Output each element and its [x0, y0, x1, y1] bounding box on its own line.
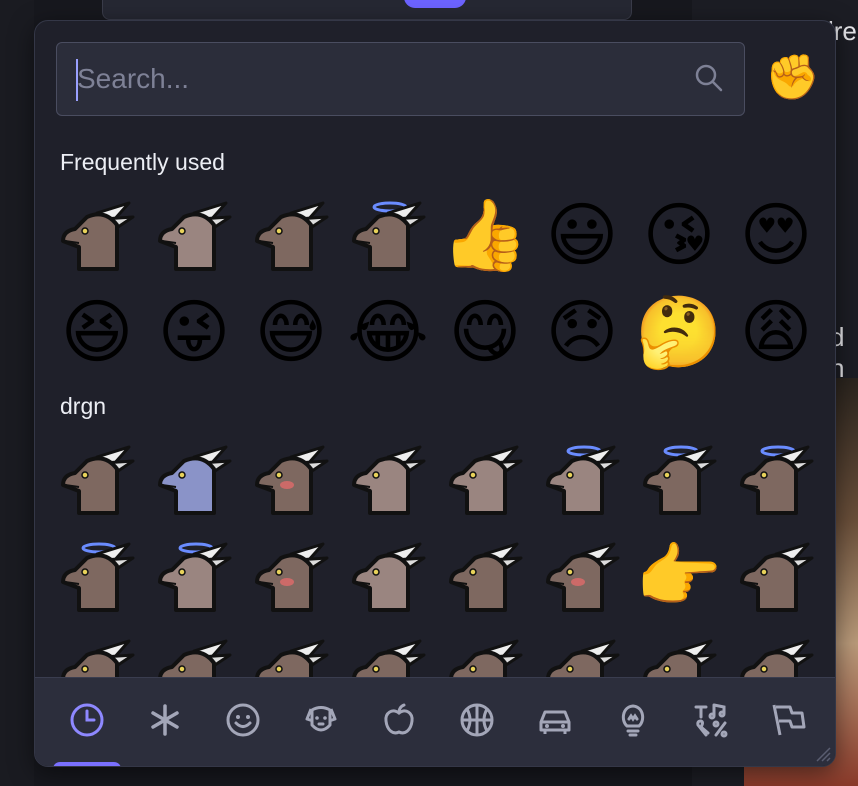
- emoji-button[interactable]: 😆: [55, 290, 139, 374]
- background-button: [404, 0, 466, 8]
- dragon-icon: [352, 201, 426, 271]
- dragon-icon: [449, 445, 523, 515]
- category-travel[interactable]: [531, 696, 579, 744]
- drgn-side-icon[interactable]: [346, 437, 430, 521]
- category-flags[interactable]: [765, 696, 813, 744]
- dragon-icon: [643, 445, 717, 515]
- drgn-sparkle-icon[interactable]: [55, 193, 139, 277]
- clock-icon: [70, 703, 104, 737]
- emoji-button[interactable]: 😘: [637, 193, 721, 277]
- category-food[interactable]: [375, 696, 423, 744]
- drgn-halo-icon[interactable]: [540, 437, 624, 521]
- drgn-blue-icon[interactable]: [152, 437, 236, 521]
- emoji-button[interactable]: 😩: [734, 290, 818, 374]
- dragon-icon: [61, 201, 135, 271]
- background-card: [102, 0, 632, 20]
- drgn-flat-icon[interactable]: [443, 437, 527, 521]
- dragon-icon: [61, 542, 135, 612]
- emoji-button[interactable]: 👍: [441, 193, 528, 277]
- category-activities[interactable]: [453, 696, 501, 744]
- dragon-icon: [449, 542, 523, 612]
- category-smileys[interactable]: [219, 696, 267, 744]
- emoji-button[interactable]: 😜: [152, 290, 236, 374]
- emoji-picker: ✊ Frequently used 👍😃😘😍 😆😜😅😂😋😞🤔😩 drgn 👉: [34, 20, 836, 767]
- drgn-smug-icon[interactable]: [152, 193, 236, 277]
- drgn-angel-icon[interactable]: [346, 193, 430, 277]
- dragon-icon: [740, 542, 814, 612]
- drgn-halo-2-icon[interactable]: [734, 437, 818, 521]
- drgn-angry-icon[interactable]: [249, 534, 333, 618]
- drgn-scream-icon[interactable]: [249, 193, 333, 277]
- drgn-tongue-icon[interactable]: [443, 534, 527, 618]
- dragon-icon: [158, 542, 232, 612]
- drgn-wave-icon[interactable]: [346, 534, 430, 618]
- category-custom[interactable]: [141, 696, 189, 744]
- emoji-button[interactable]: 😂: [346, 290, 430, 374]
- category-objects[interactable]: [609, 696, 657, 744]
- category-bar: [35, 677, 835, 766]
- drgn-icon[interactable]: [55, 437, 139, 521]
- dragon-icon: [158, 445, 232, 515]
- dragon-icon: [255, 445, 329, 515]
- category-recent[interactable]: [63, 696, 111, 744]
- emoji-button[interactable]: 😃: [540, 193, 624, 277]
- drgn-sweat-icon[interactable]: [540, 534, 624, 618]
- emoji-button[interactable]: 😞: [540, 290, 624, 374]
- dragon-icon: [158, 201, 232, 271]
- dragon-icon: [255, 542, 329, 612]
- car-icon: [539, 710, 571, 734]
- symbols-icon: [694, 703, 728, 738]
- dog-icon: [305, 706, 337, 732]
- skin-tone-button[interactable]: ✊: [765, 51, 820, 105]
- search-icon: [695, 64, 723, 92]
- emoji-button[interactable]: 😋: [443, 290, 527, 374]
- dragon-icon: [546, 542, 620, 612]
- smile-icon: [226, 703, 260, 737]
- category-animals[interactable]: [297, 696, 345, 744]
- emoji-button[interactable]: 🤔: [635, 290, 722, 374]
- active-category-indicator: [53, 762, 121, 766]
- basketball-icon: [460, 703, 494, 737]
- drgn-halo-drool-icon[interactable]: [55, 534, 139, 618]
- search-box[interactable]: [56, 42, 745, 116]
- resize-handle-icon[interactable]: [813, 744, 831, 762]
- drgn-point-icon[interactable]: [734, 534, 818, 618]
- section-title-frequently-used: Frequently used: [60, 149, 225, 175]
- category-symbols[interactable]: [687, 696, 735, 744]
- dragon-icon: [352, 542, 426, 612]
- section-title-drgn: drgn: [60, 393, 107, 419]
- lightbulb-icon: [621, 704, 645, 737]
- background-left: [0, 0, 34, 786]
- emoji-button[interactable]: 😍: [734, 193, 818, 277]
- text-caret: [76, 59, 78, 101]
- search-input[interactable]: [77, 59, 677, 99]
- apple-icon: [384, 703, 414, 735]
- dragon-icon: [352, 445, 426, 515]
- drgn-halo-tongue-icon[interactable]: [637, 437, 721, 521]
- dragon-icon: [255, 201, 329, 271]
- dragon-icon: [61, 445, 135, 515]
- asterisk-icon: [151, 704, 179, 736]
- emoji-button[interactable]: 😅: [249, 290, 333, 374]
- emoji-button[interactable]: 👉: [635, 534, 722, 618]
- drgn-halo-nervous-icon[interactable]: [152, 534, 236, 618]
- flag-icon: [772, 704, 806, 736]
- dragon-icon: [740, 445, 814, 515]
- drgn-blush-icon[interactable]: [249, 437, 333, 521]
- dragon-icon: [546, 445, 620, 515]
